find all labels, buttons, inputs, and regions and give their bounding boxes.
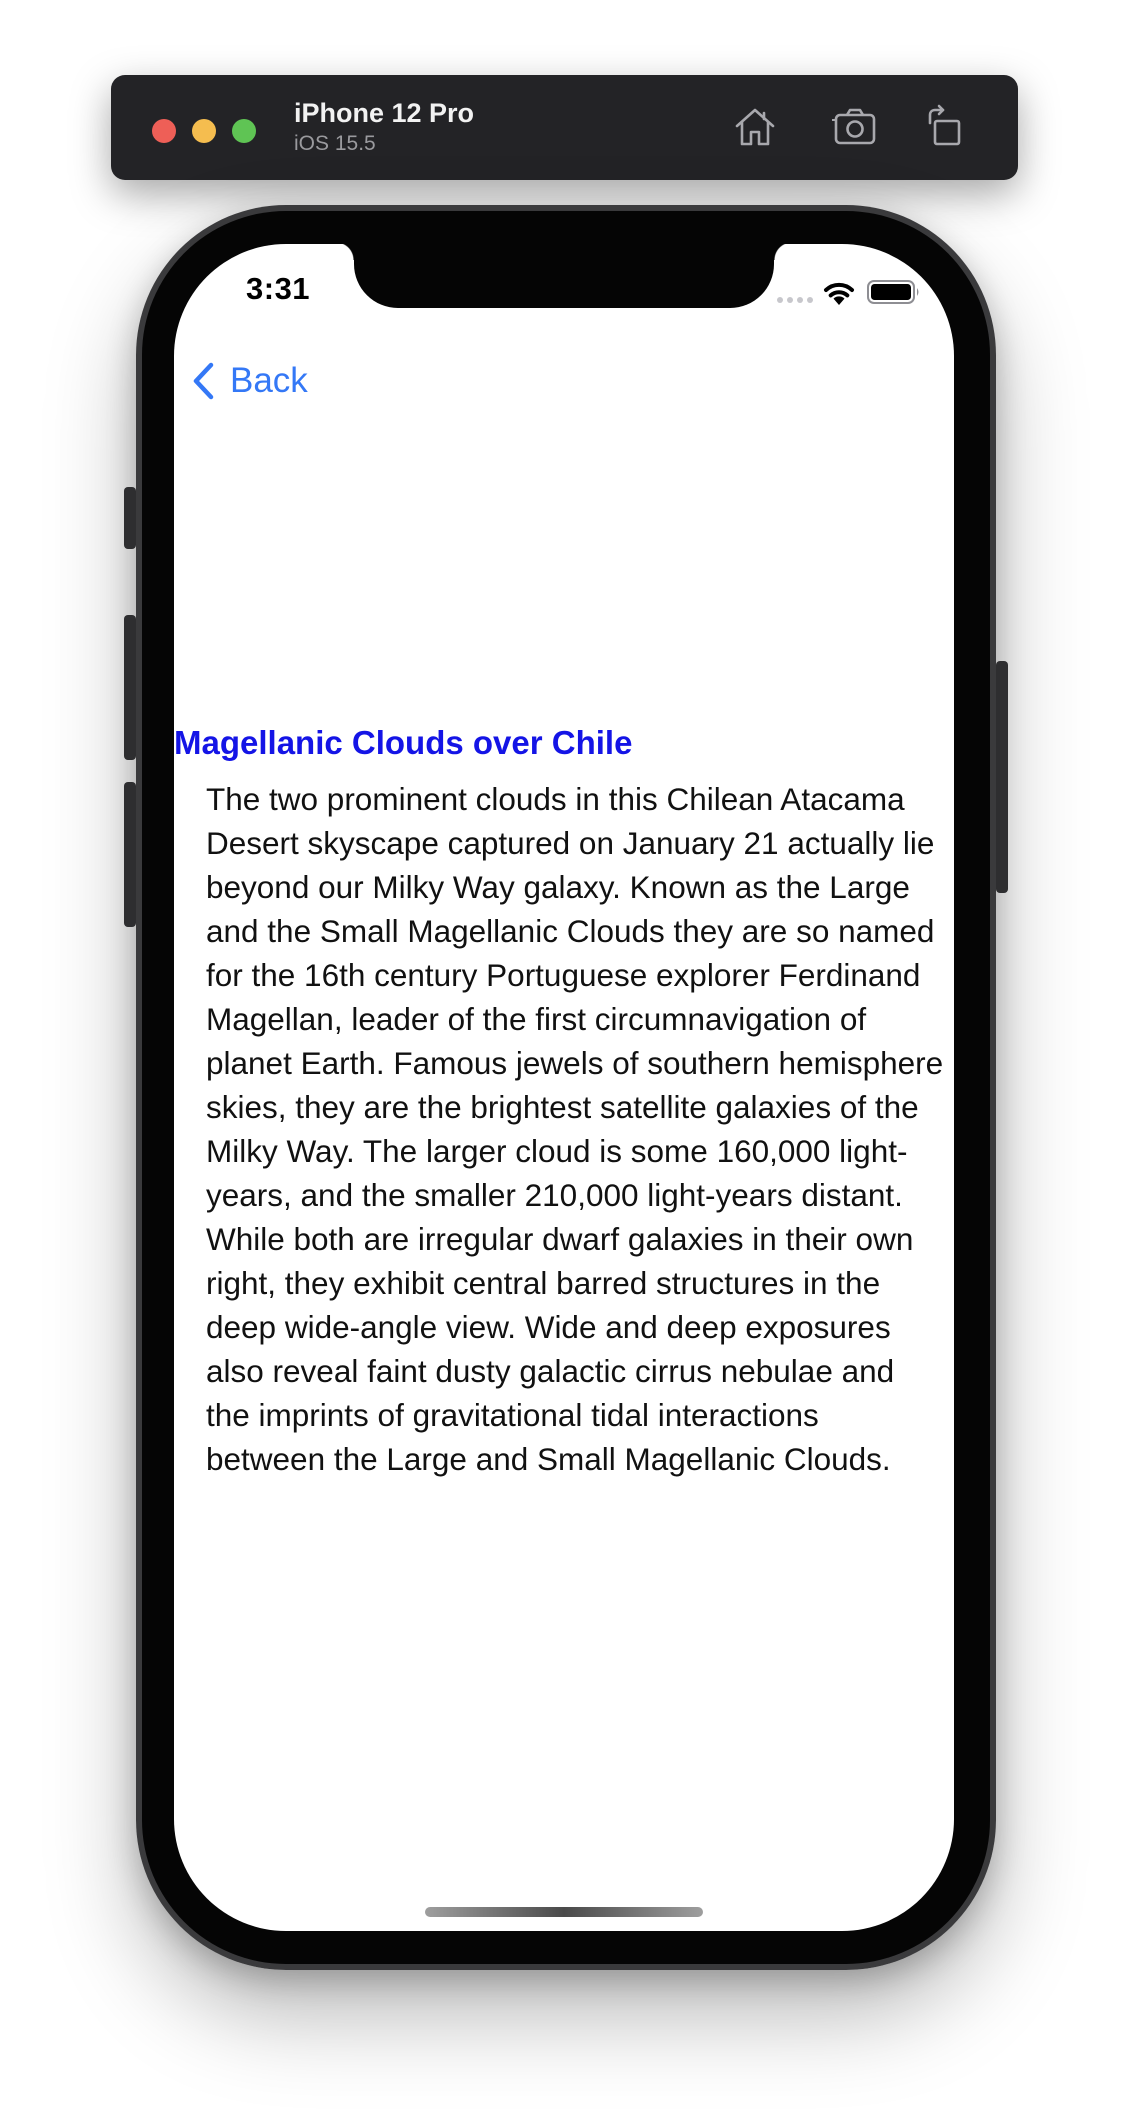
signal-icon bbox=[777, 297, 813, 303]
status-time: 3:31 bbox=[246, 271, 311, 306]
minimize-window-button[interactable] bbox=[192, 119, 216, 143]
chevron-left-icon bbox=[193, 362, 214, 400]
notch bbox=[336, 244, 792, 308]
volume-down-button bbox=[124, 782, 136, 927]
home-indicator[interactable] bbox=[425, 1907, 703, 1917]
silent-switch bbox=[124, 487, 136, 549]
rotate-icon[interactable] bbox=[919, 101, 971, 153]
zoom-window-button[interactable] bbox=[232, 119, 256, 143]
volume-up-button bbox=[124, 615, 136, 760]
device-name: iPhone 12 Pro bbox=[294, 98, 475, 128]
device-os-version: iOS 15.5 bbox=[294, 132, 376, 155]
screenshot-icon[interactable] bbox=[829, 101, 881, 153]
back-button[interactable]: Back bbox=[190, 356, 308, 406]
back-label: Back bbox=[230, 361, 308, 400]
close-window-button[interactable] bbox=[152, 119, 176, 143]
battery-icon bbox=[867, 280, 919, 304]
device-screen: 3:31 Back Magellanic Clouds over Chile T… bbox=[174, 244, 954, 1931]
article-body: The two prominent clouds in this Chilean… bbox=[206, 781, 944, 1477]
simulator-toolbar: iPhone 12 Pro iOS 15.5 bbox=[111, 75, 1018, 180]
wifi-icon bbox=[824, 282, 854, 305]
article-title: Magellanic Clouds over Chile bbox=[174, 724, 633, 761]
home-icon[interactable] bbox=[729, 101, 781, 153]
power-button bbox=[996, 661, 1008, 893]
